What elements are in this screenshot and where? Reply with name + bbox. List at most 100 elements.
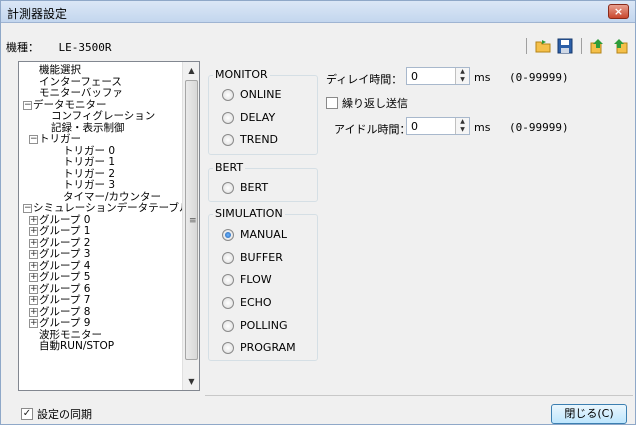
tree-item[interactable]: 機能選択 (39, 65, 81, 76)
collapse-icon[interactable]: − (23, 100, 32, 110)
bert-group: BERT BERT (208, 161, 318, 202)
collapse-icon[interactable]: − (23, 204, 32, 213)
expand-icon[interactable]: + (29, 261, 38, 271)
spin-arrows-icon[interactable]: ▲ ▼ (455, 68, 469, 84)
window-title: 計測器設定 (7, 7, 68, 21)
expand-icon[interactable]: + (29, 273, 38, 282)
tree-viewport: 機能選択 インターフェース モニターバッファ − データモニター コンフィグレーション 記録… (19, 62, 182, 390)
radio-circle (222, 341, 234, 354)
tree-scrollbar[interactable]: ▲ ≡ ▼ (182, 62, 199, 390)
idle-spinner[interactable]: 0 ▲ ▼ (406, 117, 470, 135)
checkbox-box (326, 97, 338, 109)
tree-item[interactable]: タイマー/カウンター (63, 191, 161, 203)
radio-label: MANUAL (240, 228, 287, 241)
titlebar[interactable]: 計測器設定 × (1, 1, 635, 23)
expand-icon[interactable]: + (29, 238, 38, 248)
radio-polling[interactable]: POLLING (222, 319, 288, 332)
bert-group-title: BERT (213, 161, 246, 174)
tree-item[interactable]: グループ 2 (39, 237, 90, 249)
tree-item[interactable]: トリガー 3 (63, 180, 115, 191)
tree-item[interactable]: グループ 4 (39, 260, 90, 272)
repeat-checkbox[interactable]: 繰り返し送信 (326, 95, 408, 111)
sync-checkbox[interactable]: ✓ 設定の同期 (21, 406, 92, 422)
monitor-group: MONITOR ONLINE DELAY TREND (208, 68, 318, 155)
radio-delay[interactable]: DELAY (222, 111, 275, 124)
radio-circle (222, 133, 234, 146)
idle-range: (0-99999) (509, 121, 569, 134)
expand-icon[interactable]: + (29, 284, 38, 294)
tree-item[interactable]: 波形モニター (39, 329, 102, 341)
tree-item[interactable]: グループ 9 (39, 318, 90, 329)
tree-item[interactable]: インターフェース (39, 76, 122, 88)
radio-online[interactable]: ONLINE (222, 88, 281, 101)
scroll-down-icon[interactable]: ▼ (183, 373, 199, 390)
tree-item[interactable]: トリガー 2 (63, 168, 115, 180)
scroll-thumb[interactable]: ≡ (185, 80, 198, 360)
delay-unit: ms (474, 71, 491, 84)
tree-item[interactable]: シミュレーションデータテーブル (33, 203, 182, 214)
radio-bert[interactable]: BERT (222, 181, 268, 194)
radio-label: ECHO (240, 296, 272, 309)
tree-item[interactable]: 自動RUN/STOP (39, 341, 114, 352)
radio-circle (222, 296, 234, 309)
radio-circle (222, 181, 234, 194)
radio-manual[interactable]: MANUAL (222, 228, 287, 241)
footer-divider (205, 395, 633, 396)
expand-icon[interactable]: + (29, 296, 38, 305)
close-button[interactable]: 閉じる(C) (551, 404, 627, 424)
simulation-group-title: SIMULATION (213, 207, 285, 220)
model-row: 機種： LE-3500R (6, 39, 111, 55)
delay-value: 0 (411, 70, 418, 83)
checkbox-box-checked: ✓ (21, 408, 33, 420)
expand-icon[interactable]: + (29, 227, 38, 236)
radio-circle (222, 251, 234, 264)
expand-icon[interactable]: + (29, 319, 38, 328)
radio-circle (222, 273, 234, 286)
tree-item[interactable]: グループ 7 (39, 295, 90, 306)
sync-label: 設定の同期 (37, 408, 92, 421)
delay-range: (0-99999) (509, 71, 569, 84)
collapse-icon[interactable]: − (29, 135, 38, 144)
radio-program[interactable]: PROGRAM (222, 341, 296, 354)
expand-icon[interactable]: + (29, 215, 38, 225)
expand-icon[interactable]: + (29, 307, 38, 317)
expand-icon[interactable]: + (29, 250, 38, 259)
radio-label: TREND (240, 133, 279, 146)
tree-item[interactable]: グループ 6 (39, 283, 90, 295)
toolbar-separator (581, 38, 582, 54)
tree-item[interactable]: コンフィグレーション (51, 111, 155, 122)
tree-item[interactable]: グループ 3 (39, 249, 90, 260)
spin-arrows-icon[interactable]: ▲ ▼ (455, 118, 469, 134)
tree-item[interactable]: トリガー 0 (63, 145, 115, 157)
radio-label: PROGRAM (240, 341, 296, 354)
close-icon[interactable]: × (608, 4, 629, 19)
radio-circle (222, 111, 234, 124)
settings-tree[interactable]: 機能選択 インターフェース モニターバッファ − データモニター コンフィグレーション 記録… (18, 61, 200, 391)
radio-label: POLLING (240, 319, 288, 332)
tree-item[interactable]: グループ 1 (39, 226, 90, 237)
radio-trend[interactable]: TREND (222, 133, 278, 146)
folder-open-icon[interactable] (534, 37, 552, 55)
tree-item[interactable]: モニターバッファ (39, 88, 123, 99)
radio-echo[interactable]: ECHO (222, 296, 272, 309)
delay-spinner[interactable]: 0 ▲ ▼ (406, 67, 470, 85)
tree-item[interactable]: グループ 5 (39, 272, 90, 283)
tree-item[interactable]: 記録・表示制御 (51, 122, 125, 134)
tree-item[interactable]: グループ 0 (39, 214, 90, 226)
tree-item[interactable]: データモニター (33, 99, 107, 111)
radio-flow[interactable]: FLOW (222, 273, 272, 286)
toolbar-separator (526, 38, 527, 54)
tree-item[interactable]: グループ 8 (39, 306, 90, 318)
model-label: 機種： (6, 41, 39, 54)
tree-item[interactable]: トリガー 1 (63, 157, 115, 168)
radio-label: FLOW (240, 273, 272, 286)
radio-circle (222, 88, 234, 101)
import-icon[interactable] (589, 37, 607, 55)
idle-value: 0 (411, 120, 418, 133)
tree-item[interactable]: トリガー (39, 134, 81, 145)
save-icon[interactable] (556, 37, 574, 55)
radio-buffer[interactable]: BUFFER (222, 251, 283, 264)
delay-label: ディレイ時間： (326, 73, 403, 86)
export-icon[interactable] (611, 37, 629, 55)
scroll-up-icon[interactable]: ▲ (183, 62, 199, 79)
